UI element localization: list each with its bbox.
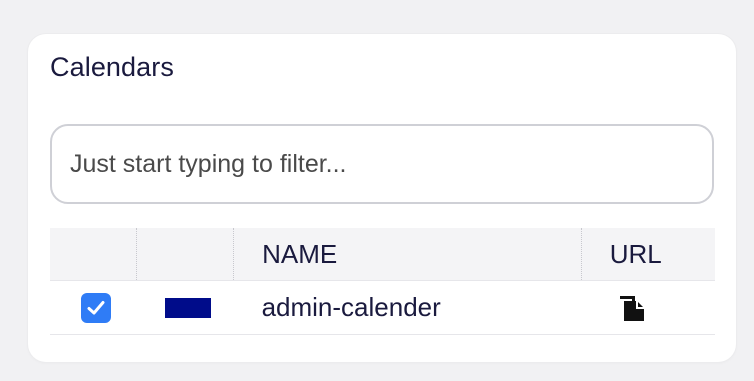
calendar-color-swatch [164, 297, 211, 318]
calendar-url-cell [581, 280, 715, 335]
panel-title: Calendars [50, 52, 174, 82]
calendar-name: admin-calender [233, 280, 582, 335]
filter-input[interactable] [50, 124, 714, 204]
table-header-row: NAME URL [50, 228, 715, 281]
checkbox-column-header [50, 228, 137, 281]
url-column-header: URL [580, 228, 715, 281]
calendar-checkbox[interactable] [81, 292, 111, 323]
calendars-table: NAME URL admin-calender [50, 228, 715, 335]
calendar-color-cell [136, 280, 234, 335]
name-column-header[interactable]: NAME [233, 228, 582, 281]
calendars-panel: Calendars NAME URL [28, 34, 736, 362]
table-row: admin-calender [50, 280, 715, 335]
checkmark-icon [87, 300, 105, 314]
color-column-header [136, 228, 234, 281]
copy-icon[interactable] [618, 293, 648, 323]
calendar-checkbox-cell [50, 280, 137, 335]
